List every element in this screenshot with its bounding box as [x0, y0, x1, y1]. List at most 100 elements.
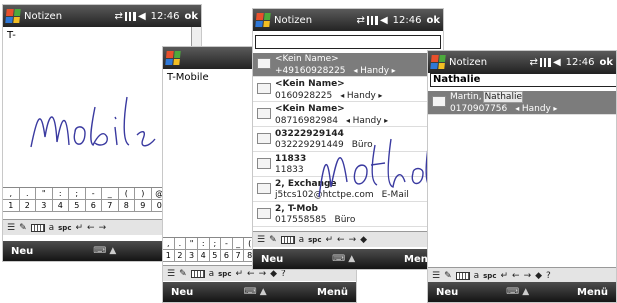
handwriting-icon[interactable]: ✎ [444, 271, 452, 281]
volume-icon[interactable]: ◀ [138, 11, 146, 22]
diamond-key[interactable]: ◆ [270, 269, 277, 279]
ok-button[interactable]: ok [599, 57, 613, 68]
key[interactable]: ; [209, 238, 222, 249]
key[interactable]: - [221, 238, 233, 249]
enter-key[interactable]: ↵ [325, 235, 333, 245]
handwriting-ink[interactable] [313, 127, 443, 207]
handwriting-icon[interactable]: ✎ [179, 269, 187, 279]
new-softkey[interactable]: Neu [11, 246, 33, 257]
key[interactable]: 9 [135, 200, 152, 211]
windows-start-icon[interactable] [255, 13, 271, 27]
input-method-icon[interactable]: ☰ [432, 271, 440, 281]
sip-toggle-icon[interactable]: ⌨ ▲ [244, 287, 267, 297]
key[interactable]: _ [102, 188, 119, 199]
left-key[interactable]: ← [247, 269, 255, 279]
new-softkey[interactable]: Neu [171, 287, 193, 298]
key[interactable]: : [197, 238, 210, 249]
sip-toggle-icon[interactable]: ⌨ ▲ [332, 254, 355, 264]
ok-button[interactable]: ok [184, 11, 198, 22]
menu-softkey[interactable]: Menü [577, 287, 608, 298]
key[interactable]: . [19, 188, 36, 199]
sip-toggle-icon[interactable]: ⌨ ▲ [506, 287, 529, 297]
key[interactable]: ; [69, 188, 86, 199]
input-method-icon[interactable]: ☰ [167, 269, 175, 279]
space-key[interactable]: spc [308, 236, 321, 244]
input-method-icon[interactable]: ☰ [7, 223, 15, 233]
key[interactable]: _ [232, 238, 245, 249]
left-key[interactable]: ← [87, 223, 95, 233]
right-key[interactable]: → [99, 223, 107, 233]
key[interactable]: 6 [221, 250, 233, 261]
diamond-key[interactable]: ◆ [535, 271, 542, 281]
contact-number-type[interactable]: Büro [335, 215, 356, 225]
key[interactable]: 7 [102, 200, 119, 211]
contact-number-type[interactable]: Handy [340, 91, 382, 101]
key[interactable]: ) [135, 188, 152, 199]
key[interactable]: " [36, 188, 53, 199]
key[interactable]: . [174, 238, 187, 249]
help-key[interactable]: ? [546, 271, 551, 281]
letter-recognizer-icon[interactable]: a [209, 269, 215, 279]
volume-icon[interactable]: ◀ [380, 15, 388, 26]
left-key[interactable]: ← [337, 235, 345, 245]
handwriting-icon[interactable]: ✎ [19, 223, 27, 233]
key[interactable]: 1 [3, 200, 20, 211]
right-key[interactable]: → [349, 235, 357, 245]
contact-row[interactable]: <Kein Name> 0160928225 Handy [253, 78, 443, 102]
key[interactable]: , [3, 188, 20, 199]
key[interactable]: 5 [209, 250, 222, 261]
enter-key[interactable]: ↵ [500, 271, 508, 281]
key[interactable]: 8 [118, 200, 135, 211]
note-text[interactable]: T- [7, 30, 16, 41]
windows-start-icon[interactable] [165, 51, 181, 65]
search-input[interactable]: Nathalie [430, 73, 616, 87]
space-key[interactable]: spc [483, 272, 496, 280]
key[interactable]: 6 [85, 200, 102, 211]
keyboard-icon[interactable] [190, 269, 205, 278]
keyboard-icon[interactable] [455, 271, 470, 280]
note-text[interactable]: T-Mobile [167, 72, 209, 83]
key[interactable]: 4 [52, 200, 69, 211]
right-key[interactable]: → [524, 271, 532, 281]
key[interactable]: 4 [197, 250, 210, 261]
key[interactable]: 5 [69, 200, 86, 211]
windows-start-icon[interactable] [430, 55, 446, 69]
ok-button[interactable]: ok [426, 15, 440, 26]
search-input[interactable] [255, 35, 441, 49]
letter-recognizer-icon[interactable]: a [49, 223, 55, 233]
space-key[interactable]: spc [218, 270, 231, 278]
letter-recognizer-icon[interactable]: a [474, 271, 480, 281]
key[interactable]: 7 [232, 250, 245, 261]
diamond-key[interactable]: ◆ [360, 235, 367, 245]
space-key[interactable]: spc [58, 224, 71, 232]
enter-key[interactable]: ↵ [75, 223, 83, 233]
keyboard-icon[interactable] [280, 235, 295, 244]
letter-recognizer-icon[interactable]: a [299, 235, 305, 245]
key[interactable]: 2 [19, 200, 36, 211]
contact-number-type[interactable]: Handy [354, 66, 396, 76]
keyboard-icon[interactable] [30, 223, 45, 232]
menu-softkey[interactable]: Menü [317, 287, 348, 298]
key[interactable]: , [163, 238, 175, 249]
key[interactable]: " [186, 238, 198, 249]
left-key[interactable]: ← [512, 271, 520, 281]
right-key[interactable]: → [259, 269, 267, 279]
contact-number-type[interactable]: Handy [346, 116, 388, 126]
contact-row[interactable]: <Kein Name> 08716982984 Handy [253, 103, 443, 127]
key[interactable]: : [52, 188, 69, 199]
new-softkey[interactable]: Neu [261, 254, 283, 265]
contact-number-type[interactable]: Handy [515, 104, 557, 114]
contact-row[interactable]: <Kein Name> +49160928225 Handy [253, 53, 443, 77]
key[interactable]: 2 [174, 250, 187, 261]
handwriting-icon[interactable]: ✎ [269, 235, 277, 245]
volume-icon[interactable]: ◀ [553, 57, 561, 68]
new-softkey[interactable]: Neu [436, 287, 458, 298]
windows-start-icon[interactable] [5, 9, 21, 23]
key[interactable]: 3 [36, 200, 53, 211]
enter-key[interactable]: ↵ [235, 269, 243, 279]
key[interactable]: 3 [186, 250, 198, 261]
contact-row-martin-nathalie[interactable]: Martin, Nathalie 0170907756 Handy [428, 91, 616, 115]
key[interactable]: - [85, 188, 102, 199]
help-key[interactable]: ? [281, 269, 286, 279]
sip-toggle-icon[interactable]: ⌨ ▲ [93, 246, 116, 256]
